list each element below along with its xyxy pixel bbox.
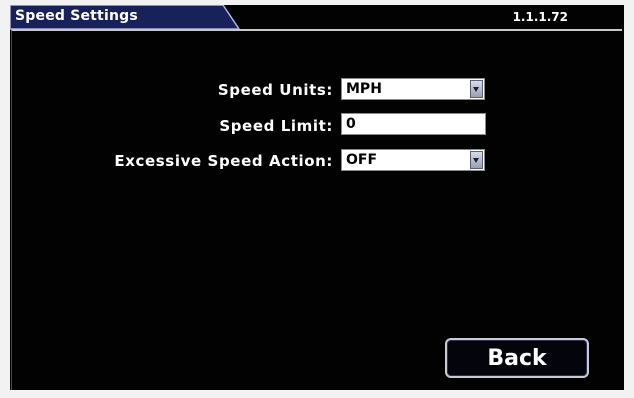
dropdown-arrow-icon[interactable] bbox=[470, 80, 483, 98]
excessive-speed-action-row: Excessive Speed Action: bbox=[10, 150, 333, 174]
dropdown-arrow-icon[interactable] bbox=[470, 151, 483, 169]
page-tab: Speed Settings bbox=[10, 5, 240, 30]
speed-units-value: MPH bbox=[346, 81, 382, 97]
excessive-speed-action-value: OFF bbox=[346, 152, 378, 168]
version-label: 1.1.1.72 bbox=[512, 10, 568, 24]
title-bar: Speed Settings 1.1.1.72 bbox=[10, 5, 624, 32]
speed-limit-row: Speed Limit: bbox=[10, 115, 333, 139]
speed-units-label: Speed Units: bbox=[217, 81, 333, 99]
speed-units-select[interactable]: MPH bbox=[341, 78, 485, 100]
speed-limit-input[interactable]: 0 bbox=[341, 113, 486, 135]
excessive-speed-action-select[interactable]: OFF bbox=[341, 149, 485, 171]
back-button[interactable]: Back bbox=[445, 338, 589, 378]
speed-units-row: Speed Units: bbox=[10, 79, 333, 103]
excessive-speed-action-label: Excessive Speed Action: bbox=[114, 152, 333, 170]
speed-limit-value: 0 bbox=[346, 116, 356, 132]
device-screen: Speed Settings 1.1.1.72 Speed Units: MPH… bbox=[10, 5, 624, 390]
page-title: Speed Settings bbox=[15, 8, 138, 24]
speed-limit-label: Speed Limit: bbox=[219, 117, 333, 135]
back-button-label: Back bbox=[487, 346, 547, 371]
